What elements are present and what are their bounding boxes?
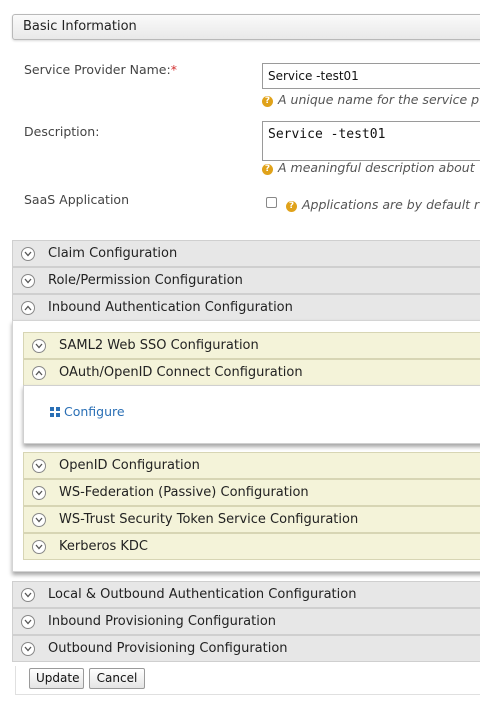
chevron-down-icon xyxy=(21,588,35,602)
required-mark: * xyxy=(170,62,177,77)
chevron-down-icon xyxy=(21,642,35,656)
section-local-outbound-authentication[interactable]: Local & Outbound Authentication Configur… xyxy=(12,581,480,608)
subsection-kerberos-kdc[interactable]: Kerberos KDC xyxy=(23,533,480,560)
section-inbound-provisioning[interactable]: Inbound Provisioning Configuration xyxy=(12,608,480,635)
subsection-oauth-openid-connect[interactable]: OAuth/OpenID Connect Configuration xyxy=(23,359,480,386)
section-outbound-provisioning[interactable]: Outbound Provisioning Configuration xyxy=(12,635,480,662)
update-button[interactable]: Update xyxy=(29,668,84,689)
chevron-down-icon xyxy=(21,274,35,288)
sp-name-label: Service Provider Name:* xyxy=(24,62,177,77)
help-icon: ? xyxy=(286,201,297,212)
basic-information-header[interactable]: Basic Information xyxy=(12,14,480,40)
oauth-configure-link[interactable]: Configure xyxy=(50,404,125,419)
subsection-ws-federation[interactable]: WS-Federation (Passive) Configuration xyxy=(23,479,480,506)
sp-name-input[interactable]: Service -test01 xyxy=(262,63,480,89)
description-hint: ? A meaningful description about xyxy=(262,160,475,175)
subsection-openid[interactable]: OpenID Configuration xyxy=(23,452,480,479)
section-claim-configuration[interactable]: Claim Configuration xyxy=(12,240,480,267)
description-label: Description: xyxy=(24,124,100,139)
chevron-down-icon xyxy=(32,486,46,500)
saas-hint: ? Applications are by default r xyxy=(286,197,479,212)
sp-name-hint: ? A unique name for the service p xyxy=(262,92,479,107)
section-role-permission-configuration[interactable]: Role/Permission Configuration xyxy=(12,267,480,294)
subsection-ws-trust[interactable]: WS-Trust Security Token Service Configur… xyxy=(23,506,480,533)
section-inbound-authentication-configuration[interactable]: Inbound Authentication Configuration xyxy=(12,294,480,321)
chevron-up-icon xyxy=(32,366,46,380)
chevron-down-icon xyxy=(32,513,46,527)
chevron-down-icon xyxy=(32,459,46,473)
chevron-down-icon xyxy=(21,615,35,629)
cancel-button[interactable]: Cancel xyxy=(89,668,145,689)
saas-checkbox[interactable] xyxy=(266,197,277,208)
saas-label: SaaS Application xyxy=(24,192,130,207)
subsection-saml2-web-sso[interactable]: SAML2 Web SSO Configuration xyxy=(23,332,480,359)
configure-icon xyxy=(50,407,60,417)
chevron-down-icon xyxy=(32,339,46,353)
basic-information-title: Basic Information xyxy=(23,19,137,34)
chevron-down-icon xyxy=(32,540,46,554)
help-icon: ? xyxy=(262,96,273,107)
chevron-down-icon xyxy=(21,247,35,261)
button-bar xyxy=(15,666,480,695)
chevron-up-icon xyxy=(21,301,35,315)
description-textarea[interactable]: Service -test01 xyxy=(262,121,480,161)
help-icon: ? xyxy=(262,164,273,175)
